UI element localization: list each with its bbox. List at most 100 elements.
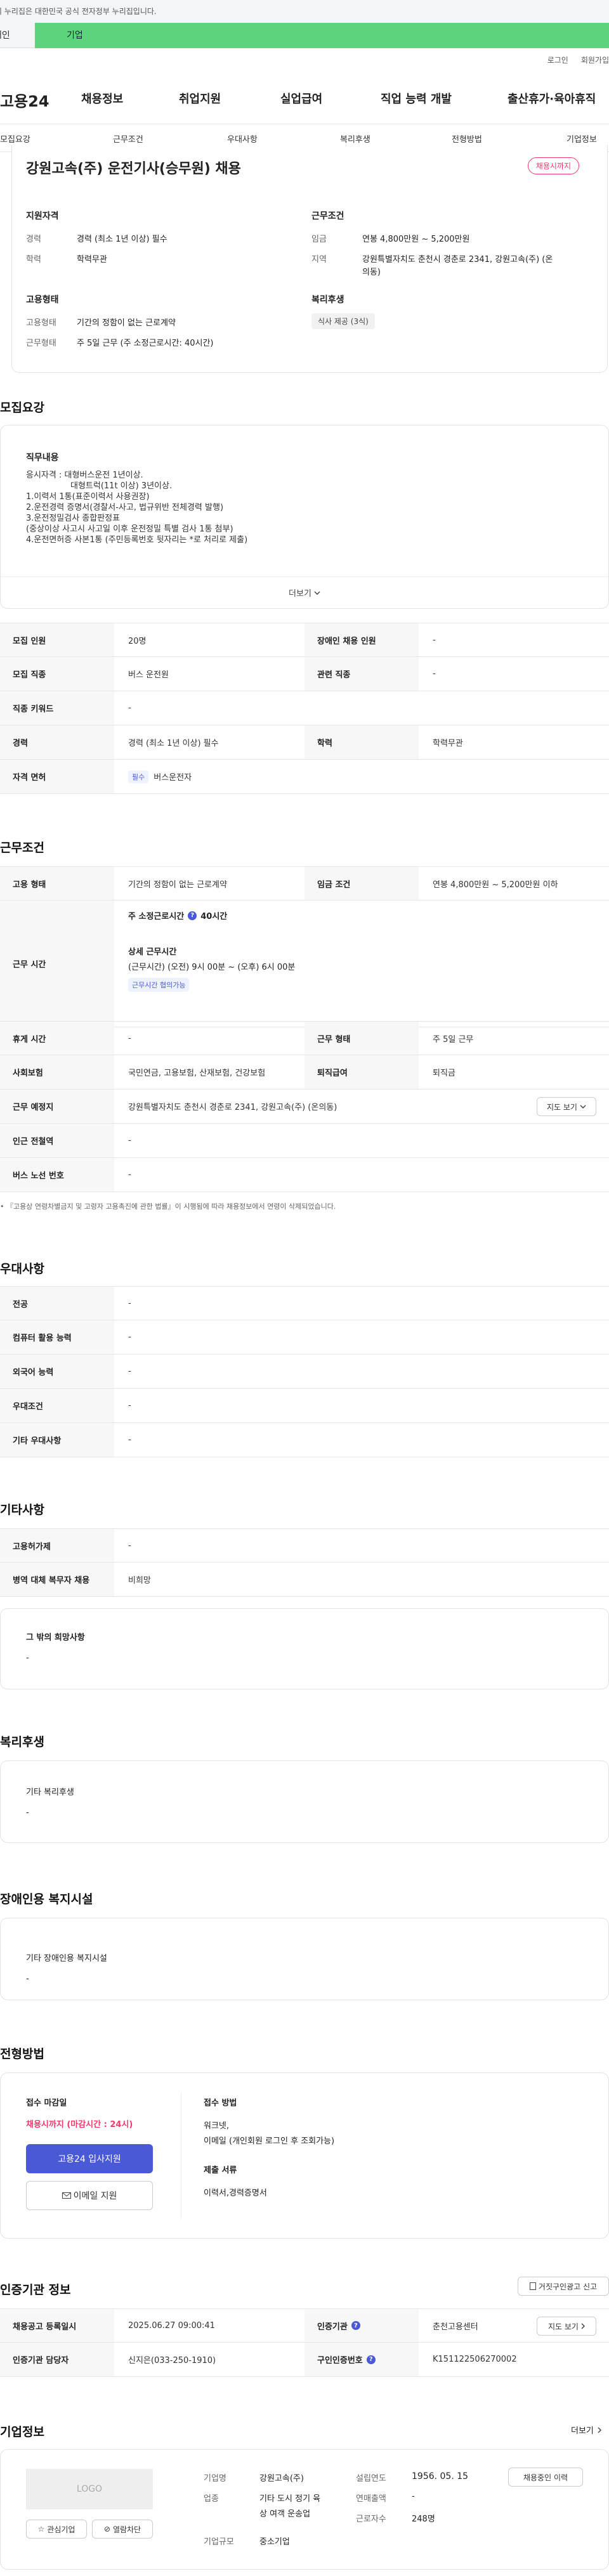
disab-box-title: 기타 장애인용 복지시설 xyxy=(26,1954,107,1963)
employees-value: 248명 xyxy=(412,2514,435,2524)
job-summary-card: 강원고속(주) 운전기사(승무원) 채용 채용시까지 지원자격 경력 경력 (최… xyxy=(11,145,608,373)
table-row: 경력 경력 (최소 1년 이상) 필수 학력 학력무관 xyxy=(0,725,609,760)
welfare-section-title: 복리후생 xyxy=(0,1735,44,1749)
gnb-item-training[interactable]: 직업 능력 개발 xyxy=(381,90,452,107)
company-more-link[interactable]: 더보기 xyxy=(571,2424,601,2436)
site-logo[interactable]: 고용24 xyxy=(0,89,49,111)
global-nav: 고용24 채용정보 취업지원 실업급여 직업 능력 개발 출산휴가·육아휴직 xyxy=(0,70,609,124)
favorite-button[interactable]: ☆ 관심기업 xyxy=(26,2520,87,2539)
table-row: 모집 인원 20명 장애인 채용 인원 - xyxy=(0,623,609,657)
weekly-hours: 주 소정근로시간 ? 40시간 xyxy=(128,911,228,921)
wage-value: 연봉 4,800만원 ~ 5,200만원 xyxy=(362,235,470,244)
negotiable-badge: 근무시간 협의가능 xyxy=(128,978,190,992)
wage-label: 임금 xyxy=(311,235,327,244)
career-label: 경력 xyxy=(26,235,41,244)
employees-label: 근로자수 xyxy=(356,2514,386,2524)
table-row: 직종 키워드 - xyxy=(0,691,609,725)
table-row: 고용 형태 기간의 정함이 없는 근로계약 임금 조건 연봉 4,800만원 ~… xyxy=(0,866,609,901)
table-row: 기타 우대사항 - xyxy=(0,1423,609,1457)
chevron-right-icon xyxy=(581,2323,585,2329)
disab-section-title: 장애인용 복지시설 xyxy=(0,1892,93,1906)
welfare-tag: 식사 제공 (3식) xyxy=(311,313,375,329)
status-badge: 채용시까지 xyxy=(527,157,579,174)
lnb-selection[interactable]: 전형방법 xyxy=(452,133,482,145)
region-label: 지역 xyxy=(311,255,327,264)
deadline-title: 접수 마감일 xyxy=(26,2098,67,2108)
age-note: • 『고용상 연령차별금지 및 고령자 고용촉진에 관한 법률』이 시행됨에 따… xyxy=(0,1202,336,1211)
company-size-label: 기업규모 xyxy=(204,2537,234,2547)
table-row: 휴게 시간 - 근무 형태 주 5일 근무 xyxy=(0,1021,609,1055)
chevron-down-icon xyxy=(580,1105,586,1109)
region-value: 강원특별자치도 춘천시 경춘로 2341, 강원고속(주) (온 xyxy=(362,255,553,264)
company-biz-2: 상 여객 운송업 xyxy=(259,2509,311,2519)
table-row: 고용허가제 - xyxy=(0,1528,609,1563)
company-name: 강원고속(주) xyxy=(259,2474,304,2483)
emp-value: 기간의 정함이 없는 근로계약 xyxy=(77,318,176,328)
emp-label: 고용형태 xyxy=(26,318,56,328)
block-button[interactable]: ⊘ 열람차단 xyxy=(92,2520,153,2539)
star-icon: ☆ xyxy=(37,2525,45,2534)
table-row: 근무 시간 주 소정근로시간 ? 40시간 상세 근무시간 (근무시간) (오전… xyxy=(0,901,609,1027)
sales-label: 연매출액 xyxy=(356,2494,386,2504)
info-icon[interactable]: ? xyxy=(188,911,197,920)
lnb-preference[interactable]: 우대사항 xyxy=(227,133,258,145)
tab-personal[interactable]: 개인 xyxy=(0,23,35,48)
founded-label: 설립연도 xyxy=(356,2474,386,2483)
company-logo: LOGO xyxy=(26,2469,153,2509)
required-badge: 필수 xyxy=(128,770,149,783)
cert-section-title: 인증기관 정보 xyxy=(0,2283,71,2297)
hope-title: 그 밖의 희망사항 xyxy=(26,1633,85,1643)
emp-title: 고용형태 xyxy=(26,295,59,305)
document-icon xyxy=(529,2282,536,2290)
gov-banner: 이 누리집은 대한민국 공식 전자정부 누리집입니다. xyxy=(0,0,609,23)
career-value: 경력 (최소 1년 이상) 필수 xyxy=(77,235,167,244)
mail-icon xyxy=(62,2192,71,2199)
work-label: 근무형태 xyxy=(26,339,56,348)
work-section-title: 근무조건 xyxy=(0,841,44,855)
table-row: 모집 직종 버스 운전원 관련 직종 - xyxy=(0,657,609,691)
lnb-welfare[interactable]: 복리후생 xyxy=(340,133,370,145)
gnb-item-jobs[interactable]: 채용정보 xyxy=(81,90,123,107)
map-button[interactable]: 지도 보기 xyxy=(537,1097,596,1116)
apply-section-title: 전형방법 xyxy=(0,2047,44,2061)
table-row: 외국어 능력 - xyxy=(0,1355,609,1389)
email-apply-button[interactable]: 이메일 지원 xyxy=(26,2181,153,2210)
company-biz: 기타 도시 정기 육 xyxy=(259,2494,321,2504)
method-title: 접수 방법 xyxy=(204,2098,237,2108)
duty-title: 직무내용 xyxy=(26,453,59,463)
job-title: 강원고속(주) 운전기사(승무원) 채용 xyxy=(26,161,241,177)
sales-value: - xyxy=(412,2492,415,2501)
duty-card: 직무내용 응시자격 : 대형버스운전 1년이상. 대형트럭(11t 이상) 3년… xyxy=(0,425,609,609)
info-icon[interactable]: ? xyxy=(366,2355,376,2364)
company-name-label: 기업명 xyxy=(204,2474,226,2483)
gnb-item-unemployment[interactable]: 실업급여 xyxy=(280,90,322,107)
info-icon[interactable]: ? xyxy=(351,2321,360,2330)
company-jobs-button[interactable]: 채용중인 이력 xyxy=(508,2468,583,2487)
apply-button[interactable]: 고용24 입사지원 xyxy=(26,2144,153,2173)
gnb-item-parental-leave[interactable]: 출산휴가·육아휴직 xyxy=(508,90,596,107)
table-row: 인근 전철역 - xyxy=(0,1124,609,1158)
table-row: 자격 면허 필수 버스운전자 xyxy=(0,760,609,794)
pref-section-title: 우대사항 xyxy=(0,1262,44,1276)
lnb-company[interactable]: 기업정보 xyxy=(566,133,597,145)
method-value-2: 이메일 (개인회원 로그인 후 조회가능) xyxy=(204,2137,335,2146)
cert-map-button[interactable]: 지도 보기 xyxy=(537,2317,596,2336)
table-row: 사회보험 국민연금, 고용보험, 산재보험, 건강보험 퇴직급여 퇴직금 xyxy=(0,1055,609,1090)
signup-link[interactable]: 회원가입 xyxy=(581,55,609,65)
table-row: 채용공고 등록일시 2025.06.27 09:00:41 인증기관? 춘천고용… xyxy=(0,2308,609,2343)
report-button[interactable]: 거짓구인광고 신고 xyxy=(518,2277,609,2296)
login-link[interactable]: 로그인 xyxy=(547,55,568,65)
duty-more-button[interactable]: 더보기 xyxy=(1,576,608,608)
tab-company[interactable]: 기업 xyxy=(35,23,609,48)
table-row: 버스 노선 번호 - xyxy=(0,1158,609,1192)
hope-value: - xyxy=(26,1653,29,1663)
method-value: 워크넷, xyxy=(204,2121,230,2131)
gnb-item-employment-support[interactable]: 취업지원 xyxy=(179,90,221,107)
company-section-title: 기업정보 xyxy=(0,2425,44,2439)
lnb-recruit[interactable]: 모집요강 xyxy=(0,133,30,145)
table-row: 전공 - xyxy=(0,1286,609,1320)
lnb-work[interactable]: 근무조건 xyxy=(113,133,143,145)
recruit-section-title: 모집요강 xyxy=(0,401,44,415)
edu-label: 학력 xyxy=(26,255,41,264)
cond-title: 근무조건 xyxy=(311,211,344,221)
